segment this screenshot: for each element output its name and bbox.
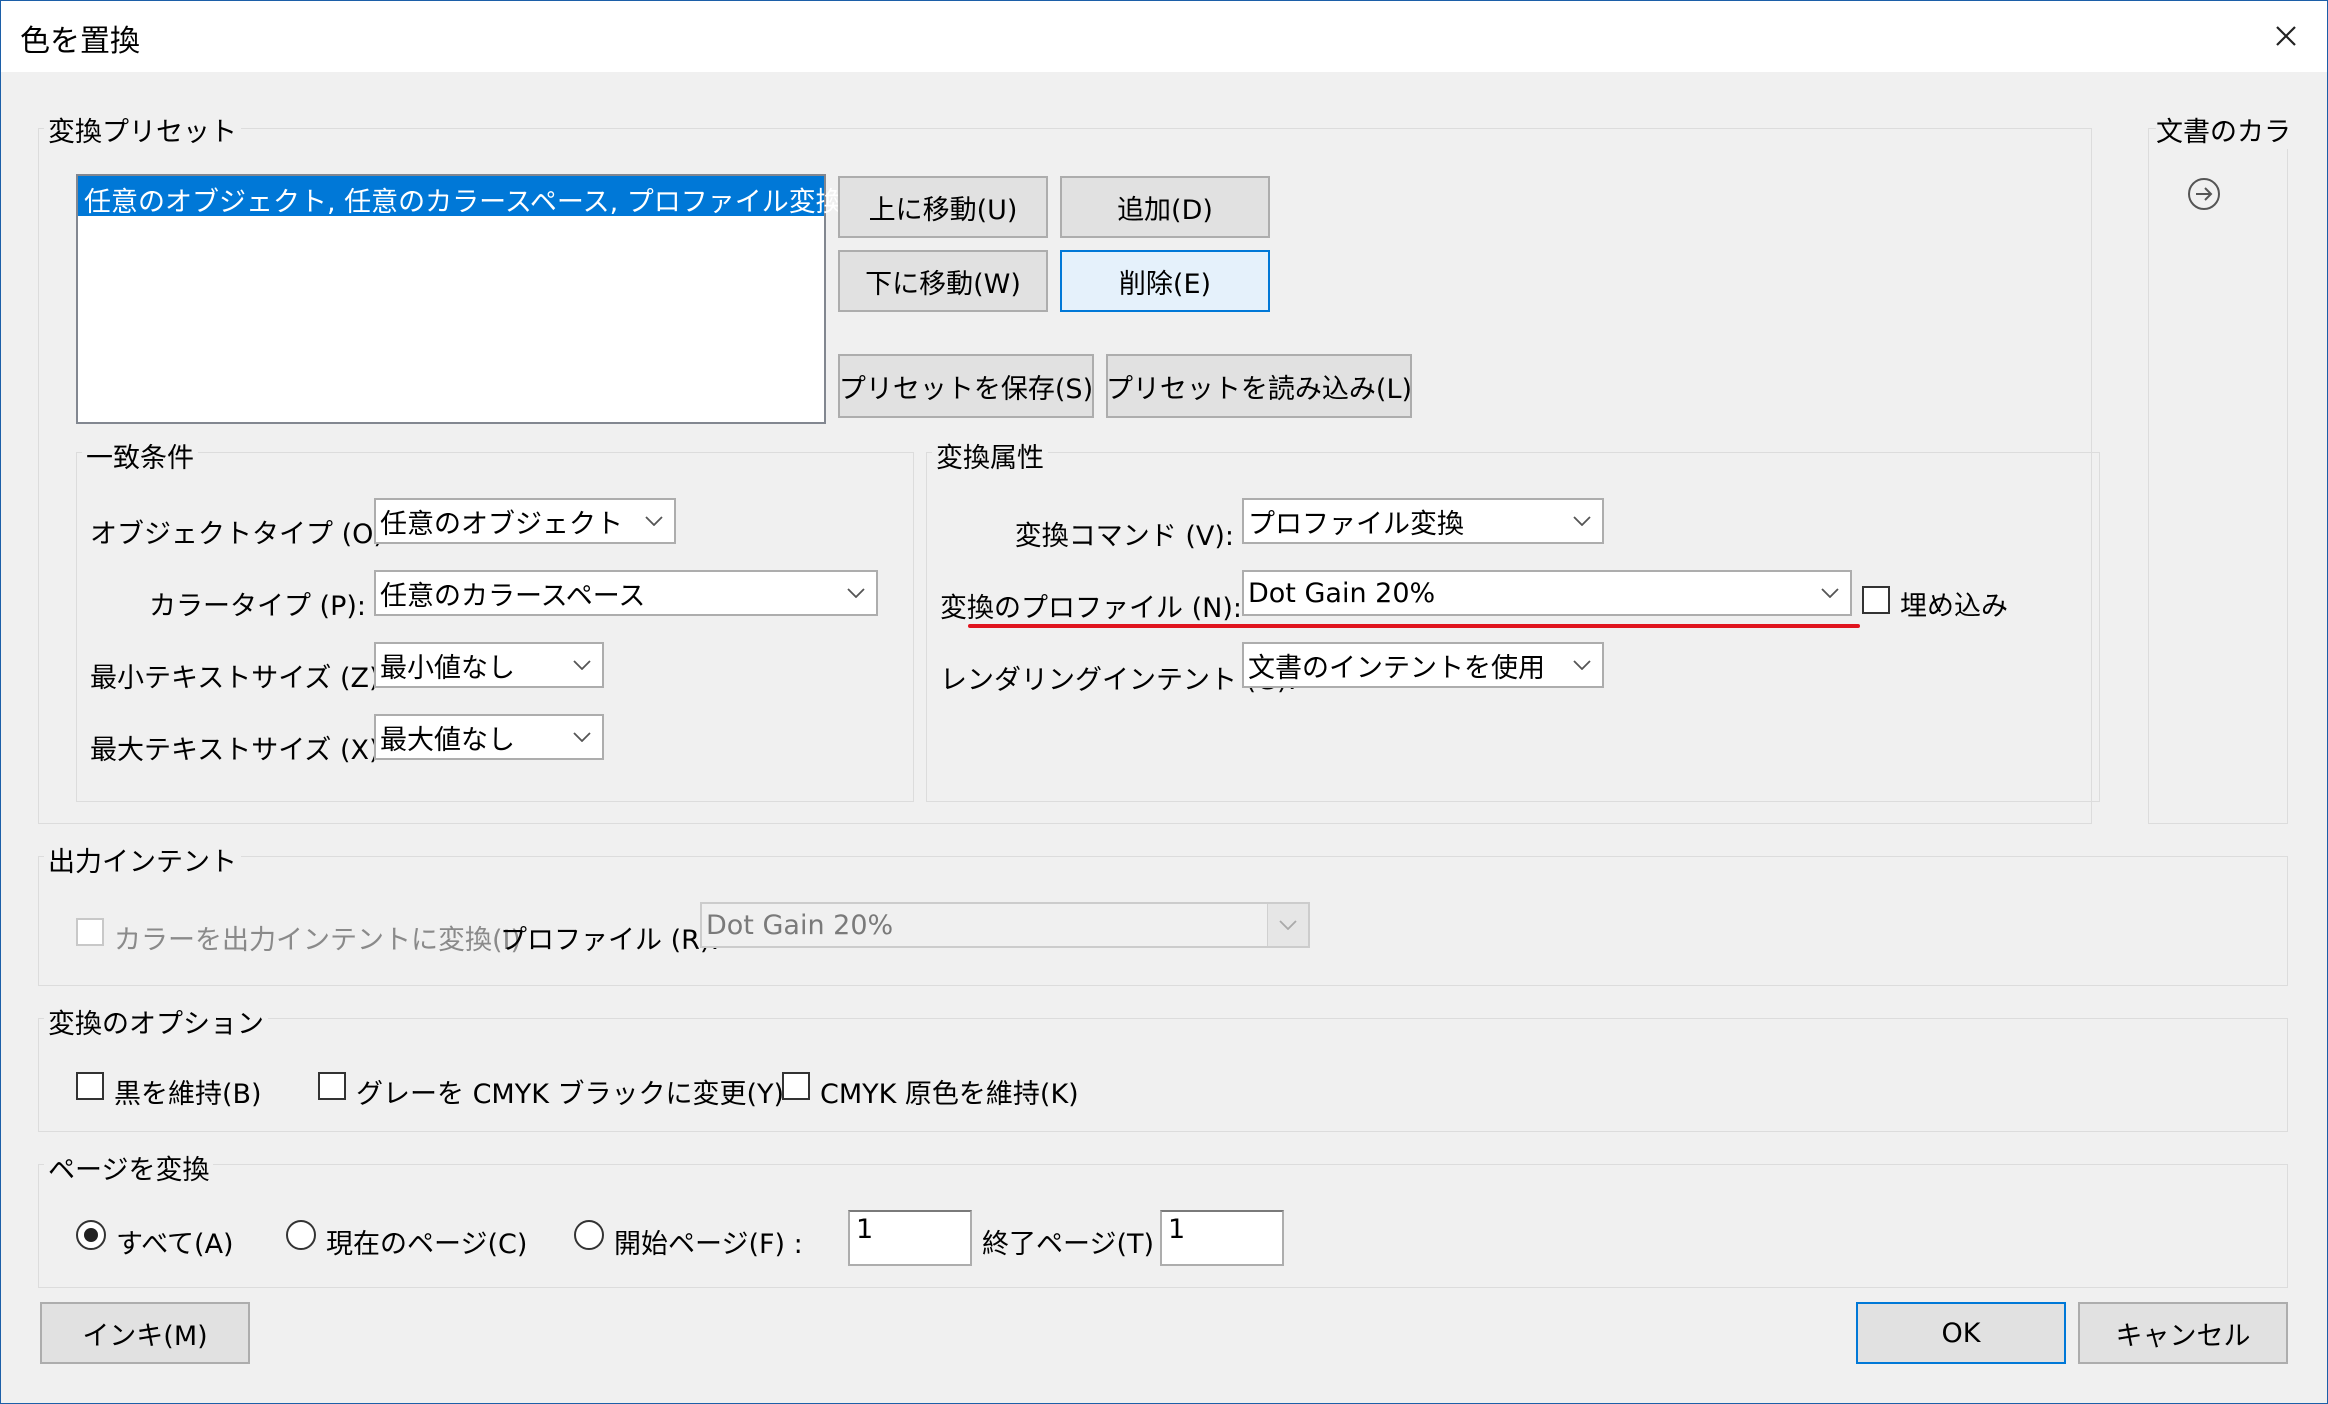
current-page-radio[interactable] bbox=[286, 1220, 316, 1250]
arrow-right-circle-icon[interactable] bbox=[2186, 176, 2222, 212]
from-page-input[interactable]: 1 bbox=[848, 1210, 972, 1266]
embed-checkbox[interactable] bbox=[1862, 586, 1890, 614]
ok-button[interactable]: OK bbox=[1856, 1302, 2066, 1364]
cancel-button[interactable]: キャンセル bbox=[2078, 1302, 2288, 1364]
output-profile-label: プロファイル (R): bbox=[500, 925, 720, 956]
from-page-radio[interactable] bbox=[574, 1220, 604, 1250]
conversion-profile-label: 変換のプロファイル (N): bbox=[940, 593, 1242, 624]
keep-black-label: 黒を維持(B) bbox=[114, 1079, 262, 1110]
close-icon[interactable] bbox=[2268, 18, 2304, 54]
max-text-size-label: 最大テキストサイズ (X): bbox=[90, 735, 389, 766]
object-type-label: オブジェクトタイプ (O): bbox=[90, 519, 393, 550]
conversion-profile-select[interactable]: Dot Gain 20% bbox=[1242, 570, 1852, 616]
current-page-label: 現在のページ(C) bbox=[326, 1229, 528, 1260]
move-up-button[interactable]: 上に移動(U) bbox=[838, 176, 1048, 238]
pages-group-label: ページを変換 bbox=[44, 1148, 214, 1187]
gray-to-cmyk-label: グレーを CMYK ブラックに変更(Y) bbox=[356, 1079, 785, 1110]
window-title: 色を置換 bbox=[20, 24, 140, 59]
min-text-size-label: 最小テキストサイズ (Z): bbox=[90, 663, 389, 694]
ink-button[interactable]: インキ(M) bbox=[40, 1302, 250, 1364]
max-text-size-select[interactable]: 最大値なし bbox=[374, 714, 604, 760]
title-bar bbox=[0, 0, 2328, 72]
min-text-size-select[interactable]: 最小値なし bbox=[374, 642, 604, 688]
from-page-label: 開始ページ(F) : bbox=[614, 1229, 803, 1260]
document-colors-label: 文書のカラー bbox=[2156, 110, 2288, 149]
add-button[interactable]: 追加(D) bbox=[1060, 176, 1270, 238]
chevron-down-icon bbox=[1810, 572, 1850, 614]
output-profile-select[interactable]: Dot Gain 20% bbox=[700, 902, 1310, 948]
embed-label: 埋め込み bbox=[1900, 591, 2008, 622]
preset-list-item-selected[interactable]: 任意のオブジェクト, 任意のカラースペース, プロファイル変換 bbox=[78, 176, 843, 218]
gray-to-cmyk-checkbox[interactable] bbox=[318, 1072, 346, 1100]
options-group-label: 変換のオプション bbox=[44, 1002, 268, 1041]
keep-cmyk-primaries-label: CMYK 原色を維持(K) bbox=[820, 1079, 1079, 1110]
rendering-intent-select[interactable]: 文書のインテントを使用 bbox=[1242, 642, 1604, 688]
output-intent-group-label: 出力インテント bbox=[44, 840, 241, 879]
to-page-input[interactable]: 1 bbox=[1160, 1210, 1284, 1266]
document-colors-panel bbox=[2148, 128, 2288, 824]
color-type-label: カラータイプ (P): bbox=[148, 591, 366, 622]
conversion-command-select[interactable]: プロファイル変換 bbox=[1242, 498, 1604, 544]
chevron-down-icon bbox=[1562, 644, 1602, 686]
match-group-label: 一致条件 bbox=[82, 436, 198, 475]
keep-black-checkbox[interactable] bbox=[76, 1072, 104, 1100]
all-pages-label: すべて(A) bbox=[116, 1229, 234, 1260]
conversion-command-label: 変換コマンド (V): bbox=[1014, 521, 1234, 552]
preset-group-label: 変換プリセット bbox=[44, 110, 241, 149]
object-type-select[interactable]: 任意のオブジェクト bbox=[374, 498, 676, 544]
chevron-down-icon bbox=[1267, 904, 1308, 946]
chevron-down-icon bbox=[634, 500, 674, 542]
keep-cmyk-primaries-checkbox[interactable] bbox=[782, 1072, 810, 1100]
load-preset-button[interactable]: プリセットを読み込み(L) bbox=[1106, 354, 1412, 418]
all-pages-radio[interactable] bbox=[76, 1220, 106, 1250]
chevron-down-icon bbox=[836, 572, 876, 614]
convert-to-output-intent-checkbox[interactable] bbox=[76, 918, 104, 946]
to-page-label: 終了ページ(T) : bbox=[982, 1229, 1172, 1260]
save-preset-button[interactable]: プリセットを保存(S) bbox=[838, 354, 1094, 418]
chevron-down-icon bbox=[1562, 500, 1602, 542]
conversion-group-label: 変換属性 bbox=[932, 436, 1048, 475]
profile-highlight-underline bbox=[968, 624, 1860, 628]
color-type-select[interactable]: 任意のカラースペース bbox=[374, 570, 878, 616]
rendering-intent-label: レンダリングインテント (G): bbox=[940, 665, 1297, 696]
convert-to-output-intent-label: カラーを出力インテントに変換(I) bbox=[114, 925, 522, 956]
chevron-down-icon bbox=[562, 716, 602, 758]
delete-button[interactable]: 削除(E) bbox=[1060, 250, 1270, 312]
chevron-down-icon bbox=[562, 644, 602, 686]
move-down-button[interactable]: 下に移動(W) bbox=[838, 250, 1048, 312]
